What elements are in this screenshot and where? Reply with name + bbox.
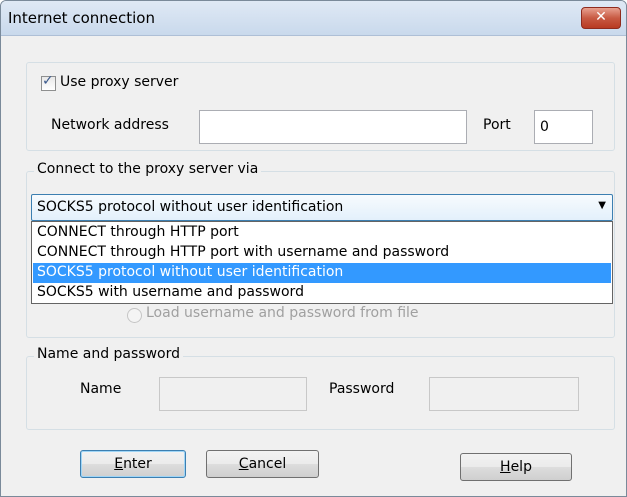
enter-button[interactable]: Enter (80, 450, 186, 478)
password-label: Password (329, 381, 395, 397)
password-input[interactable] (430, 378, 578, 410)
connect-via-group-label: Connect to the proxy server via (34, 161, 262, 177)
checkmark-icon: ✓ (42, 73, 54, 89)
use-proxy-label[interactable]: Use proxy server (60, 74, 178, 90)
close-icon: ✕ (595, 9, 607, 25)
network-address-input[interactable] (200, 111, 466, 143)
name-password-group-label: Name and password (34, 346, 184, 362)
enter-button-mnemonic: E (114, 456, 124, 472)
help-button-mnemonic: H (500, 459, 511, 475)
connect-via-dropdown-list: CONNECT through HTTP port CONNECT throug… (31, 221, 613, 304)
connect-via-select[interactable]: SOCKS5 protocol without user identificat… (31, 194, 613, 221)
cancel-button-mnemonic: C (238, 456, 249, 472)
name-field[interactable] (159, 377, 307, 411)
name-input[interactable] (160, 378, 306, 410)
name-label: Name (80, 381, 122, 397)
help-button[interactable]: Help (460, 453, 572, 481)
network-address-field[interactable] (199, 110, 467, 144)
port-input[interactable] (535, 111, 592, 143)
dropdown-option-socks5-auth[interactable]: SOCKS5 with username and password (33, 283, 611, 303)
connect-via-selected: SOCKS5 protocol without user identificat… (37, 199, 344, 215)
network-address-label: Network address (51, 117, 169, 133)
load-from-file-radio[interactable] (127, 308, 142, 323)
cancel-button[interactable]: Cancel (206, 450, 319, 478)
load-from-file-label[interactable]: Load username and password from file (146, 305, 419, 321)
port-label: Port (483, 117, 511, 133)
dropdown-option-socks5-noauth[interactable]: SOCKS5 protocol without user identificat… (33, 263, 611, 283)
title-bar[interactable]: Internet connection ✕ (1, 1, 626, 36)
internet-connection-dialog: Internet connection ✕ ✓ Use proxy server… (0, 0, 627, 497)
dropdown-option-http-auth[interactable]: CONNECT through HTTP port with username … (33, 243, 611, 263)
window-title: Internet connection (8, 9, 155, 27)
cancel-button-label: ancel (248, 456, 287, 472)
enter-button-label: nter (123, 456, 152, 472)
close-button[interactable]: ✕ (581, 7, 621, 29)
dropdown-option-http[interactable]: CONNECT through HTTP port (33, 223, 611, 243)
chevron-down-icon[interactable]: ▼ (598, 200, 606, 211)
port-field[interactable] (534, 110, 593, 144)
help-button-label: elp (510, 459, 532, 475)
password-field[interactable] (429, 377, 579, 411)
use-proxy-checkbox[interactable]: ✓ (41, 73, 56, 91)
